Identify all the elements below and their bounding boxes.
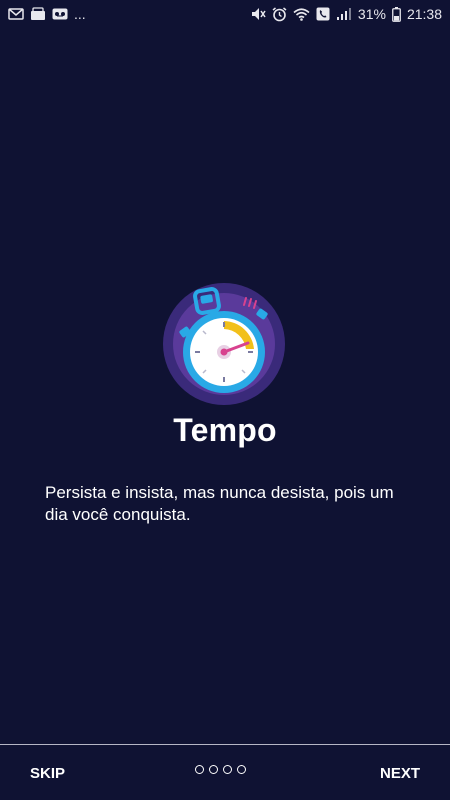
page-dot-1[interactable] [195,765,204,774]
onboarding-description: Persista e insista, mas nunca desista, p… [45,483,394,524]
stopwatch-icon [162,282,288,406]
alarm-icon [272,6,287,22]
page-dot-2[interactable] [209,765,218,774]
onboarding-title: Tempo [173,412,277,448]
wallet-icon [30,7,46,21]
battery-percent: 31% [357,6,386,22]
hero-illustration [0,282,450,406]
status-left: ... [8,6,86,22]
bottom-navigation: SKIP NEXT [0,745,450,800]
signal-icon [336,7,352,21]
phone-icon [316,7,330,21]
voicemail-icon [52,8,68,20]
mute-icon [251,7,266,21]
next-button[interactable]: NEXT [380,765,420,782]
status-bar: ... 31% 21:38 [0,0,450,28]
status-time: 21:38 [406,6,442,22]
battery-icon [392,6,401,22]
page-indicator [195,765,246,774]
mail-icon [8,8,24,20]
status-right: 31% 21:38 [251,6,442,22]
status-more: ... [74,6,86,22]
page-dot-4[interactable] [237,765,246,774]
skip-button[interactable]: SKIP [30,765,65,782]
wifi-icon [293,7,310,21]
page-dot-3[interactable] [223,765,232,774]
